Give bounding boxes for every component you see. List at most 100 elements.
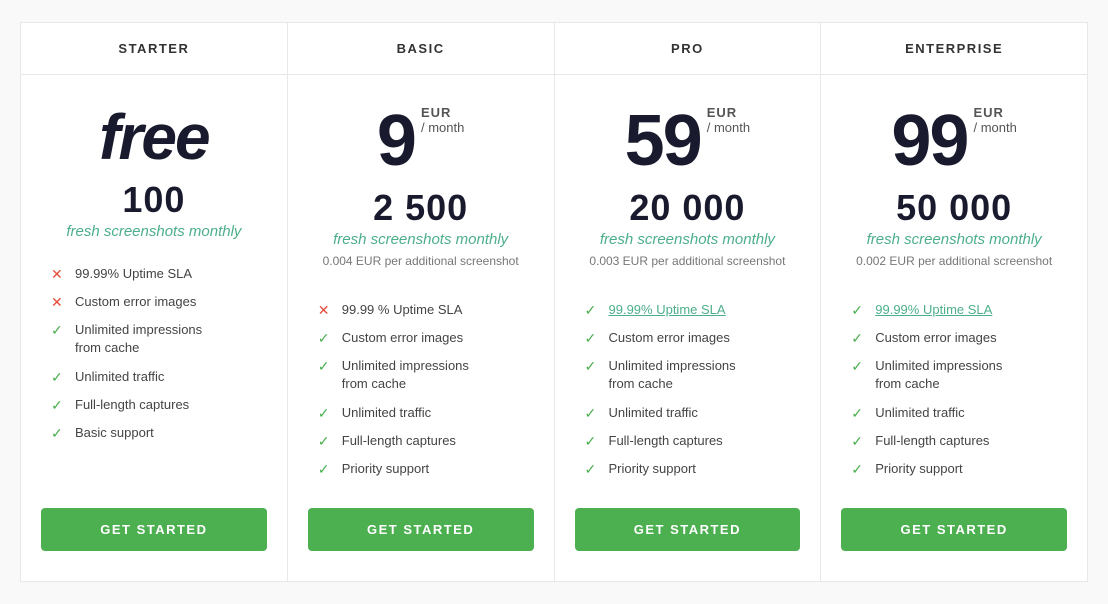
plan-starter-feature-1: ✕Custom error images bbox=[51, 288, 257, 316]
plan-pro-feature-text-3: Unlimited traffic bbox=[609, 404, 698, 422]
plan-basic-header: BASIC bbox=[288, 23, 554, 75]
plan-basic-price: 9 bbox=[377, 105, 415, 177]
plan-enterprise-price-area: 99EUR/ month50 000fresh screenshots mont… bbox=[821, 75, 1087, 286]
plan-starter-feature-text-3: Unlimited traffic bbox=[75, 368, 164, 386]
plan-pro-feature-3: ✓ Unlimited traffic bbox=[585, 399, 791, 427]
check-icon: ✓ bbox=[51, 322, 67, 339]
plan-pro: PRO59EUR/ month20 000fresh screenshots m… bbox=[555, 23, 822, 581]
plan-enterprise-features: ✓ 99.99% Uptime SLA ✓ Custom error images ✓ U… bbox=[821, 286, 1087, 493]
plan-enterprise-feature-3: ✓ Unlimited traffic bbox=[851, 399, 1057, 427]
plan-enterprise-feature-text-3: Unlimited traffic bbox=[875, 404, 964, 422]
plan-basic-count-label: fresh screenshots monthly bbox=[308, 231, 534, 248]
plan-pro-feature-1: ✓ Custom error images bbox=[585, 324, 791, 352]
plan-enterprise-currency: EUR bbox=[973, 105, 1003, 120]
check-icon: ✓ bbox=[585, 330, 601, 347]
plan-starter: STARTERfree100fresh screenshots monthly✕… bbox=[21, 23, 288, 581]
plan-enterprise-feature-text-0: 99.99% Uptime SLA bbox=[875, 301, 992, 319]
plan-basic-count: 2 500 bbox=[308, 187, 534, 229]
plan-enterprise-feature-text-5: Priority support bbox=[875, 460, 962, 478]
plan-pro-feature-0: ✓99.99% Uptime SLA bbox=[585, 296, 791, 324]
plan-enterprise-feature-text-4: Full-length captures bbox=[875, 432, 989, 450]
check-icon: ✓ bbox=[851, 461, 867, 478]
plan-enterprise-count: 50 000 bbox=[841, 187, 1067, 229]
plan-enterprise-period: / month bbox=[973, 120, 1016, 135]
check-icon: ✓ bbox=[318, 461, 334, 478]
plan-pro-price-area: 59EUR/ month20 000fresh screenshots mont… bbox=[555, 75, 821, 286]
plan-basic-features: ✕99.99 % Uptime SLA✓Custom error images✓… bbox=[288, 286, 554, 493]
plan-pro-count: 20 000 bbox=[575, 187, 801, 229]
check-icon: ✓ bbox=[851, 330, 867, 347]
plan-starter-get-started[interactable]: GET STARTED bbox=[41, 508, 267, 551]
plan-pro-header: PRO bbox=[555, 23, 821, 75]
plan-enterprise-feature-text-1: Custom error images bbox=[875, 329, 996, 347]
plan-starter-price: free bbox=[99, 105, 208, 169]
check-icon: ✓ bbox=[585, 405, 601, 422]
plan-pro-get-started[interactable]: GET STARTED bbox=[575, 508, 801, 551]
plan-basic-price-area: 9EUR/ month 2 500 fresh screenshots monthl… bbox=[288, 75, 554, 286]
plan-enterprise: ENTERPRISE99EUR/ month50 000fresh screen… bbox=[821, 23, 1087, 581]
plan-basic-period: / month bbox=[421, 120, 464, 135]
plan-starter-feature-text-0: 99.99% Uptime SLA bbox=[75, 265, 192, 283]
pricing-table: STARTER free 100 fresh screenshots monthly ✕… bbox=[20, 22, 1088, 582]
plan-basic-feature-1: ✓Custom error images bbox=[318, 324, 524, 352]
check-icon: ✓ bbox=[51, 369, 67, 386]
plan-starter-feature-text-2: Unlimited impressionsfrom cache bbox=[75, 321, 202, 357]
plan-enterprise-feature-0: ✓ 99.99% Uptime SLA bbox=[851, 296, 1057, 324]
plan-basic-extra-cost: 0.004 EUR per additional screenshot bbox=[308, 254, 534, 268]
check-icon: ✓ bbox=[318, 405, 334, 422]
plan-starter-price-area: free100fresh screenshots monthly bbox=[21, 75, 287, 250]
plan-starter-feature-3: ✓ Unlimited traffic bbox=[51, 363, 257, 391]
plan-starter-feature-0: ✕99.99% Uptime SLA bbox=[51, 260, 257, 288]
plan-basic-feature-text-5: Priority support bbox=[342, 460, 429, 478]
plan-starter-count: 100 bbox=[41, 179, 267, 221]
plan-enterprise-header: ENTERPRISE bbox=[821, 23, 1087, 75]
plan-starter-feature-4: ✓ Full-length captures bbox=[51, 391, 257, 419]
plan-pro-feature-text-1: Custom error images bbox=[609, 329, 730, 347]
plan-basic-price-unit: EUR/ month bbox=[421, 105, 464, 143]
plan-basic-feature-4: ✓ Full-length captures bbox=[318, 427, 524, 455]
plan-enterprise-get-started[interactable]: GET STARTED bbox=[841, 508, 1067, 551]
plan-basic-feature-0: ✕99.99 % Uptime SLA bbox=[318, 296, 524, 324]
plan-pro-count-label: fresh screenshots monthly bbox=[575, 231, 801, 248]
plan-pro-feature-text-5: Priority support bbox=[609, 460, 696, 478]
plan-basic-feature-text-1: Custom error images bbox=[342, 329, 463, 347]
plan-enterprise-price: 99 bbox=[891, 105, 967, 177]
check-icon: ✓ bbox=[851, 433, 867, 450]
plan-enterprise-price-unit: EUR/ month bbox=[973, 105, 1016, 143]
check-icon: ✓ bbox=[318, 433, 334, 450]
plan-basic-feature-text-4: Full-length captures bbox=[342, 432, 456, 450]
plan-starter-feature-text-4: Full-length captures bbox=[75, 396, 189, 414]
plan-starter-header: STARTER bbox=[21, 23, 287, 75]
check-icon: ✓ bbox=[585, 358, 601, 375]
plan-basic-feature-3: ✓ Unlimited traffic bbox=[318, 399, 524, 427]
plan-enterprise-count-label: fresh screenshots monthly bbox=[841, 231, 1067, 248]
check-icon: ✓ bbox=[51, 425, 67, 442]
check-icon: ✓ bbox=[851, 358, 867, 375]
plan-pro-feature-text-4: Full-length captures bbox=[609, 432, 723, 450]
plan-basic-get-started[interactable]: GET STARTED bbox=[308, 508, 534, 551]
check-icon: ✓ bbox=[851, 302, 867, 319]
plan-basic-price-row: 9EUR/ month bbox=[308, 105, 534, 177]
plan-pro-feature-2: ✓Unlimited impressionsfrom cache bbox=[585, 352, 791, 398]
plan-pro-period: / month bbox=[707, 120, 750, 135]
plan-starter-feature-5: ✓ Basic support bbox=[51, 419, 257, 447]
plan-starter-price-row: free bbox=[41, 105, 267, 169]
plan-basic-feature-text-3: Unlimited traffic bbox=[342, 404, 431, 422]
cross-icon: ✕ bbox=[51, 294, 67, 311]
plan-basic: BASIC 9EUR/ month 2 500 fresh screenshots m… bbox=[288, 23, 555, 581]
plan-basic-feature-2: ✓Unlimited impressionsfrom cache bbox=[318, 352, 524, 398]
check-icon: ✓ bbox=[318, 358, 334, 375]
check-icon: ✓ bbox=[51, 397, 67, 414]
plan-pro-feature-4: ✓ Full-length captures bbox=[585, 427, 791, 455]
plan-enterprise-feature-text-2: Unlimited impressionsfrom cache bbox=[875, 357, 1002, 393]
plan-pro-features: ✓99.99% Uptime SLA✓Custom error images✓U… bbox=[555, 286, 821, 493]
plan-enterprise-extra-cost: 0.002 EUR per additional screenshot bbox=[841, 254, 1067, 268]
check-icon: ✓ bbox=[851, 405, 867, 422]
plan-pro-extra-cost: 0.003 EUR per additional screenshot bbox=[575, 254, 801, 268]
plan-pro-price: 59 bbox=[625, 105, 701, 177]
plan-enterprise-feature-2: ✓ Unlimited impressionsfrom cache bbox=[851, 352, 1057, 398]
plan-starter-feature-text-5: Basic support bbox=[75, 424, 154, 442]
plan-pro-feature-text-0: 99.99% Uptime SLA bbox=[609, 301, 726, 319]
plan-basic-feature-5: ✓ Priority support bbox=[318, 455, 524, 483]
check-icon: ✓ bbox=[585, 433, 601, 450]
